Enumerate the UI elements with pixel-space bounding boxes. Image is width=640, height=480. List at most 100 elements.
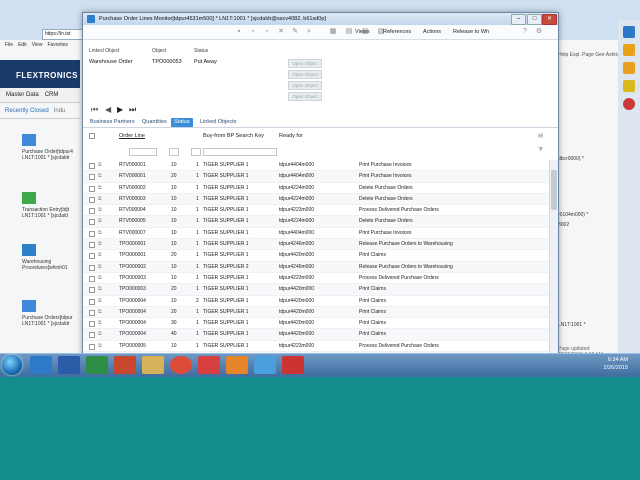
right-card[interactable]: 3002 xyxy=(558,222,613,228)
right-card[interactable]: LN1T:1001 * xyxy=(558,322,613,328)
filter-bp-input[interactable] xyxy=(203,148,277,156)
minimize-button[interactable]: – xyxy=(511,14,526,25)
row-checkbox[interactable] xyxy=(89,174,95,181)
clock-date[interactable]: 2/26/2015 xyxy=(560,364,640,372)
row-details-icon[interactable]: ⧉ xyxy=(98,219,103,224)
tab-recently-closed[interactable]: Recently Closed xyxy=(5,108,49,114)
table-row[interactable]: ⧉ TPO000004 10 2 TIGER SUPPLIER 1 tdpur4420m0… xyxy=(83,296,549,307)
recent-card[interactable]: Purchase Orders[tdpur LN1T:1001 * [sjcda… xyxy=(22,300,80,327)
row-details-icon[interactable]: ⧉ xyxy=(98,309,103,314)
select-all-checkbox[interactable] xyxy=(89,133,95,139)
tab-quantities[interactable]: Quantities xyxy=(139,118,170,127)
browser-menu-edit[interactable]: Edit xyxy=(18,42,27,48)
open-object-button[interactable]: Open Object xyxy=(288,92,322,101)
recent-card[interactable]: Purchase Order[tdpur4 LN1T:1001 * [sjcda… xyxy=(22,134,80,161)
row-checkbox[interactable] xyxy=(89,196,95,203)
row-checkbox[interactable] xyxy=(89,309,95,316)
row-details-icon[interactable]: ⧉ xyxy=(98,163,103,168)
recent-card[interactable]: Transaction Entry[tdjt LN1T:1001 * [sjcd… xyxy=(22,192,80,219)
filter-order-input[interactable] xyxy=(129,148,157,156)
help-icon[interactable]: ? xyxy=(521,28,529,36)
tab-linked-objects[interactable]: Linked Objects xyxy=(197,118,239,127)
ie-icon[interactable] xyxy=(30,356,52,374)
explorer-icon[interactable] xyxy=(142,356,164,374)
row-checkbox[interactable] xyxy=(89,321,95,328)
last-record-icon[interactable]: ⏭ xyxy=(129,105,136,115)
object-value[interactable]: TPO000053 xyxy=(152,59,182,65)
row-details-icon[interactable]: ⧉ xyxy=(98,185,103,190)
grid-icon[interactable]: ▦ xyxy=(329,28,337,36)
open-object-button[interactable]: Open Object xyxy=(288,70,322,79)
chart-icon[interactable]: ▤ xyxy=(345,28,353,36)
browser-menu-view[interactable]: View xyxy=(32,42,43,48)
header-ready-for[interactable]: Ready for xyxy=(279,133,303,139)
right-card[interactable]: dbcr0000) * xyxy=(558,156,613,162)
row-checkbox[interactable] xyxy=(89,242,95,249)
pin-icon[interactable] xyxy=(623,98,635,110)
row-details-icon[interactable]: ⧉ xyxy=(98,332,103,337)
word-icon[interactable] xyxy=(58,356,80,374)
row-checkbox[interactable] xyxy=(89,264,95,271)
browser-address-bar[interactable]: https://ln.tst xyxy=(42,29,86,40)
tab-indu[interactable]: Indu xyxy=(54,108,66,114)
table-row[interactable]: ⧉ TPO000001 10 1 TIGER SUPPLIER 1 tdpur4246m0… xyxy=(83,239,549,251)
edit-icon[interactable]: ✎ xyxy=(291,28,299,36)
first-record-icon[interactable]: ⏮ xyxy=(91,105,98,115)
table-row[interactable]: ⧉ RTV000001 20 1 TIGER SUPPLIER 1 tdpur4404m0… xyxy=(83,171,549,183)
snagit-icon[interactable] xyxy=(198,356,220,374)
tab-business-partners[interactable]: Business Partners xyxy=(87,118,138,127)
menu-release-to-wh[interactable]: Release to Wh xyxy=(453,28,489,36)
vertical-scrollbar[interactable] xyxy=(549,160,558,361)
filter-line-input[interactable] xyxy=(169,148,179,156)
browser-menu-favorites[interactable]: Favorites xyxy=(47,42,68,48)
right-card[interactable]: r0104m000) * xyxy=(558,212,613,218)
row-checkbox[interactable] xyxy=(89,298,95,305)
search-icon[interactable]: ⌕ xyxy=(305,28,313,36)
network-icon[interactable] xyxy=(254,356,276,374)
rss-icon[interactable] xyxy=(623,44,635,56)
home-icon[interactable] xyxy=(623,26,635,38)
table-row[interactable]: ⧉ TPO000004 20 1 TIGER SUPPLIER 1 tdpur4420m0… xyxy=(83,306,549,319)
row-details-icon[interactable]: ⧉ xyxy=(98,174,103,179)
row-checkbox[interactable] xyxy=(89,185,95,192)
menu-references[interactable]: References xyxy=(383,28,411,36)
chrome-icon[interactable] xyxy=(170,356,192,374)
row-checkbox[interactable] xyxy=(89,332,95,339)
row-checkbox[interactable] xyxy=(89,230,95,237)
row-details-icon[interactable]: ⧉ xyxy=(98,264,103,269)
gear-icon[interactable]: ⚙ xyxy=(535,28,543,36)
app-icon-red[interactable] xyxy=(282,356,304,374)
row-checkbox[interactable] xyxy=(89,275,95,282)
tab-status[interactable]: Status xyxy=(171,118,193,127)
filter-seq-input[interactable] xyxy=(191,148,201,156)
table-row[interactable]: ⧉ TPO000002 10 1 TIGER SUPPLIER 2 tdpur4246m0… xyxy=(83,261,549,273)
column-settings-icon[interactable]: ▤ xyxy=(538,133,543,139)
star-icon[interactable] xyxy=(623,80,635,92)
table-row[interactable]: ⧉ RTV000004 10 1 TIGER SUPPLIER 1 tdpur4223m0… xyxy=(83,205,549,217)
row-details-icon[interactable]: ⧉ xyxy=(98,230,103,235)
row-details-icon[interactable]: ⧉ xyxy=(98,196,103,201)
start-button[interactable] xyxy=(2,355,22,375)
next-record-icon[interactable]: ▶ xyxy=(117,105,123,114)
table-row[interactable]: ⧉ RTV000007 10 1 TIGER SUPPLIER 1 tdpur4404m0… xyxy=(83,228,549,240)
nav-master-data[interactable]: Master Data xyxy=(6,92,39,98)
row-checkbox[interactable] xyxy=(89,208,95,215)
header-buy-from-bp[interactable]: Buy-from BP Search Key xyxy=(203,133,264,139)
scrollbar-thumb[interactable] xyxy=(551,170,557,210)
row-checkbox[interactable] xyxy=(89,343,95,350)
delete-icon[interactable]: ✕ xyxy=(277,28,285,36)
save-icon[interactable]: ▪ xyxy=(235,28,243,36)
filter-icon[interactable]: ⧩ xyxy=(538,147,543,154)
maximize-button[interactable]: □ xyxy=(527,14,542,25)
table-row[interactable]: ⧉ RTV000001 10 1 TIGER SUPPLIER 1 tdpur4404m0… xyxy=(83,160,549,172)
powerpoint-icon[interactable] xyxy=(114,356,136,374)
copy-icon[interactable]: ▫ xyxy=(263,28,271,36)
clock-time[interactable]: 6:34 AM xyxy=(560,356,640,364)
outlook-icon[interactable] xyxy=(226,356,248,374)
table-row[interactable]: ⧉ RTV000003 10 1 TIGER SUPPLIER 1 tdpur4224m0… xyxy=(83,193,549,206)
menu-actions[interactable]: Actions xyxy=(423,28,441,36)
menu-views[interactable]: Views xyxy=(355,28,370,36)
header-order-line[interactable]: Order Line xyxy=(119,133,145,139)
row-details-icon[interactable]: ⧉ xyxy=(98,253,103,258)
table-row[interactable]: ⧉ TPO000004 30 1 TIGER SUPPLIER 1 tdpur4420m0… xyxy=(83,318,549,330)
